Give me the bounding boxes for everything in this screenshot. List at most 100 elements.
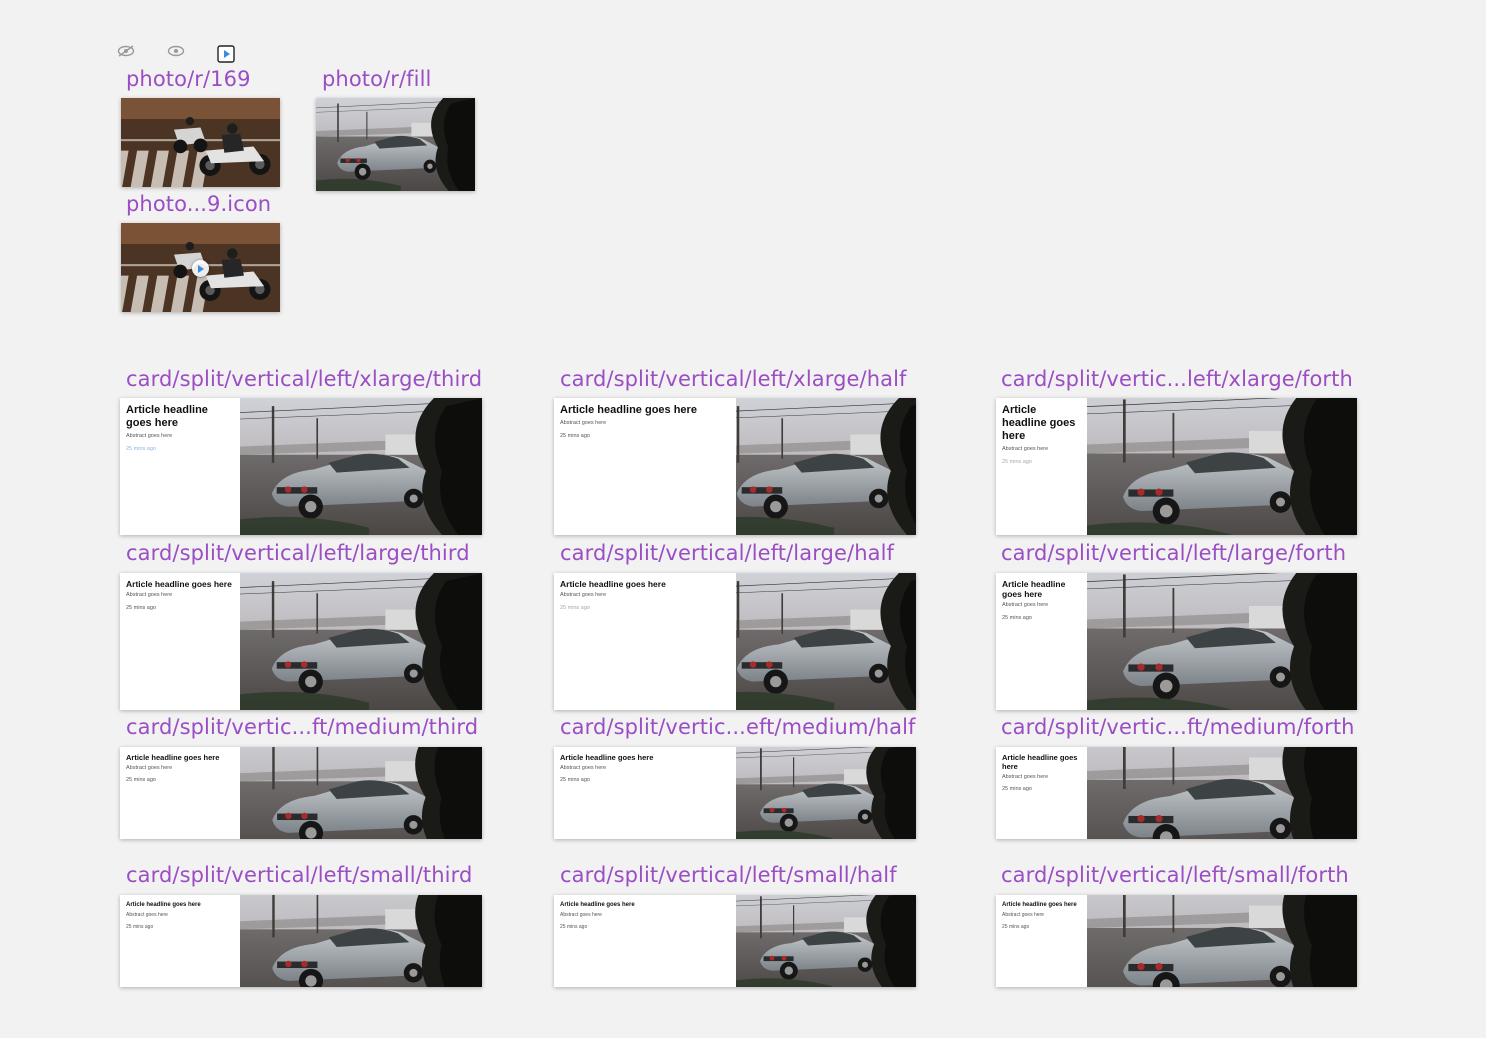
article-timestamp: 25 mins ago [560, 924, 588, 930]
card-text-panel: Article headline goes here Abstract goes … [554, 747, 736, 839]
symbol-label: card/split/vertic...eft/medium/half [560, 715, 916, 739]
card-text-panel: Article headline goes here Abstract goes … [996, 398, 1087, 535]
article-timestamp: 25 mins ago [1002, 615, 1032, 621]
article-headline[interactable]: Article headline goes here [560, 579, 730, 589]
symbol-label: photo/r/fill [322, 67, 432, 91]
card-photo [736, 895, 916, 987]
article-abstract: Abstract goes here [1002, 446, 1049, 452]
card-photo [1087, 573, 1357, 710]
vintage-car-photo [1087, 398, 1357, 535]
split-card[interactable]: Article headline goes here Abstract goes … [120, 573, 482, 710]
split-card[interactable]: Article headline goes here Abstract goes … [120, 398, 482, 535]
article-headline[interactable]: Article headline goes here [126, 579, 234, 589]
card-text-panel: Article headline goes here Abstract goes … [996, 573, 1087, 710]
card-photo [1087, 747, 1357, 839]
split-card[interactable]: Article headline goes here Abstract goes … [996, 895, 1357, 987]
symbol-label: card/split/vertical/left/small/third [126, 863, 473, 887]
vintage-car-photo [240, 895, 482, 987]
article-abstract: Abstract goes here [126, 912, 168, 918]
vintage-car-photo [1087, 573, 1357, 710]
play-icon[interactable] [217, 45, 235, 63]
article-headline[interactable]: Article headline goes here [126, 404, 234, 430]
card-photo [1087, 895, 1357, 987]
card-photo [736, 747, 916, 839]
vintage-car-photo [736, 573, 916, 710]
symbol-label: card/split/vertic...left/xlarge/forth [1001, 367, 1353, 391]
split-card[interactable]: Article headline goes here Abstract goes … [996, 398, 1357, 535]
play-icon[interactable] [192, 260, 209, 277]
split-card[interactable]: Article headline goes here Abstract goes … [554, 398, 916, 535]
vintage-car-photo [240, 747, 482, 839]
article-headline[interactable]: Article headline goes here [126, 901, 234, 909]
split-card[interactable]: Article headline goes here Abstract goes … [554, 573, 916, 710]
card-text-panel: Article headline goes here Abstract goes … [996, 747, 1087, 839]
article-abstract: Abstract goes here [126, 433, 173, 439]
symbol-label: card/split/vertical/left/xlarge/third [126, 367, 483, 391]
split-card[interactable]: Article headline goes here Abstract goes … [996, 747, 1357, 839]
article-timestamp: 25 mins ago [560, 605, 590, 611]
split-card[interactable]: Article headline goes here Abstract goes … [996, 573, 1357, 710]
article-abstract: Abstract goes here [1002, 912, 1044, 918]
article-abstract: Abstract goes here [560, 912, 602, 918]
card-photo [240, 573, 482, 710]
article-abstract: Abstract goes here [560, 592, 607, 598]
split-card[interactable]: Article headline goes here Abstract goes … [554, 895, 916, 987]
vintage-car-photo [1087, 747, 1357, 839]
card-text-panel: Article headline goes here Abstract goes … [996, 895, 1087, 987]
symbol-label: card/split/vertical/left/large/half [560, 541, 894, 565]
vintage-car-photo [240, 573, 482, 710]
card-photo [240, 398, 482, 535]
symbol-label: card/split/vertical/left/small/forth [1001, 863, 1349, 887]
split-card[interactable]: Article headline goes here Abstract goes … [554, 747, 916, 839]
card-text-panel: Article headline goes here Abstract goes … [120, 573, 240, 710]
article-timestamp: 25 mins ago [126, 446, 156, 452]
photo-r-fill[interactable] [316, 98, 475, 191]
card-photo [736, 573, 916, 710]
symbol-label: photo/r/169 [126, 67, 251, 91]
article-headline[interactable]: Article headline goes here [560, 901, 730, 909]
card-text-panel: Article headline goes here Abstract goes … [554, 573, 736, 710]
article-timestamp: 25 mins ago [560, 433, 590, 439]
article-headline[interactable]: Article headline goes here [560, 753, 730, 762]
article-headline[interactable]: Article headline goes here [1002, 579, 1081, 599]
article-headline[interactable]: Article headline goes here [126, 753, 234, 762]
article-headline[interactable]: Article headline goes here [1002, 404, 1081, 443]
symbol-label: card/split/vertical/left/small/half [560, 863, 897, 887]
article-abstract: Abstract goes here [1002, 774, 1049, 780]
card-photo [240, 895, 482, 987]
article-headline[interactable]: Article headline goes here [560, 404, 730, 417]
article-timestamp: 25 mins ago [1002, 924, 1030, 930]
vintage-car-photo [736, 747, 916, 839]
article-timestamp: 25 mins ago [126, 924, 154, 930]
article-abstract: Abstract goes here [560, 765, 607, 771]
article-headline[interactable]: Article headline goes here [1002, 901, 1081, 909]
vintage-car-photo [316, 98, 475, 191]
card-photo [736, 398, 916, 535]
vintage-car-photo [1087, 895, 1357, 987]
article-timestamp: 25 mins ago [560, 777, 590, 783]
split-card[interactable]: Article headline goes here Abstract goes … [120, 895, 482, 987]
article-abstract: Abstract goes here [560, 420, 607, 426]
article-timestamp: 25 mins ago [126, 605, 156, 611]
card-text-panel: Article headline goes here Abstract goes … [120, 398, 240, 535]
symbol-label: card/split/vertic...ft/medium/third [126, 715, 479, 739]
article-headline[interactable]: Article headline goes here [1002, 753, 1081, 771]
card-text-panel: Article headline goes here Abstract goes … [554, 398, 736, 535]
vintage-car-photo [240, 398, 482, 535]
symbol-label: card/split/vertic...ft/medium/forth [1001, 715, 1355, 739]
card-photo [1087, 398, 1357, 535]
symbol-label: card/split/vertical/left/large/third [126, 541, 470, 565]
article-abstract: Abstract goes here [126, 765, 173, 771]
article-abstract: Abstract goes here [126, 592, 173, 598]
card-text-panel: Article headline goes here Abstract goes … [120, 895, 240, 987]
article-abstract: Abstract goes here [1002, 602, 1049, 608]
article-timestamp: 25 mins ago [126, 777, 156, 783]
card-text-panel: Article headline goes here Abstract goes … [554, 895, 736, 987]
eye-icon[interactable] [167, 44, 185, 58]
photo-r-169[interactable] [121, 98, 280, 187]
vintage-car-photo [736, 895, 916, 987]
eye-slash-icon[interactable] [117, 44, 135, 58]
split-card[interactable]: Article headline goes here Abstract goes … [120, 747, 482, 839]
symbol-label: photo...9.icon [126, 192, 272, 216]
symbol-label: card/split/vertical/left/large/forth [1001, 541, 1347, 565]
